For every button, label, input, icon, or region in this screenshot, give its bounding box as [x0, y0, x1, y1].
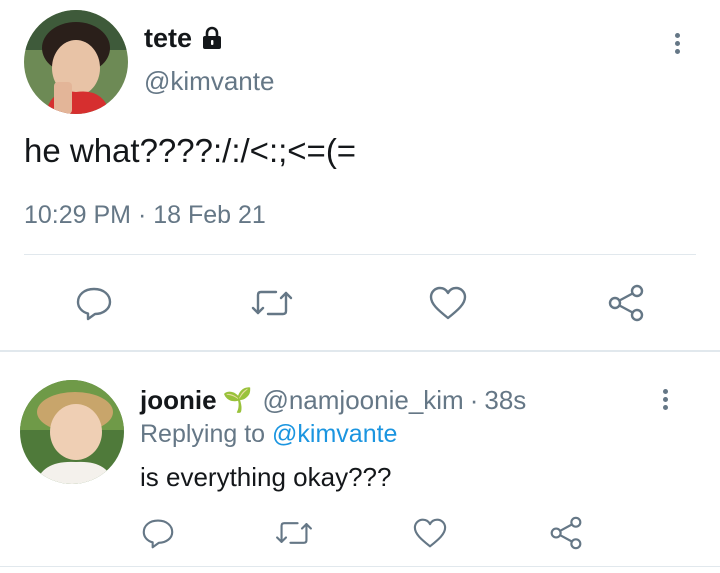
reply-like-button[interactable]	[410, 515, 450, 551]
heart-icon	[413, 518, 447, 548]
avatar[interactable]	[24, 10, 128, 114]
reply-header: joonie 🌱 @namjoonie_kim · 38s	[140, 384, 526, 416]
share-icon	[608, 284, 644, 322]
reply-time[interactable]: 38s	[484, 385, 526, 416]
bottom-divider	[0, 566, 720, 567]
share-icon	[550, 516, 582, 550]
tweet-timestamp[interactable]: 10:29 PM · 18 Feb 21	[24, 201, 266, 230]
lock-icon	[200, 26, 224, 50]
replying-to-handle[interactable]: @kimvante	[272, 420, 397, 448]
reply-button[interactable]	[72, 283, 116, 323]
reply-author-name[interactable]: joonie	[140, 385, 217, 416]
author-name[interactable]: tete	[144, 23, 192, 54]
replying-to-label: Replying to	[140, 420, 266, 448]
retweet-icon	[276, 522, 312, 544]
reply-icon	[76, 287, 112, 321]
reply-retweet-button[interactable]	[272, 515, 316, 551]
reply-icon	[142, 519, 174, 549]
reply-avatar[interactable]	[20, 380, 124, 484]
reply-share-button[interactable]	[546, 515, 586, 551]
seedling-emoji: 🌱	[222, 386, 253, 414]
tweet-text: he what????:/:/<:;<=(=	[24, 132, 357, 169]
reply-time-separator: ·	[469, 384, 479, 415]
retweet-button[interactable]	[248, 283, 296, 323]
section-divider	[0, 350, 720, 352]
reply-text: is everything okay???	[140, 462, 392, 492]
author-handle[interactable]: @kimvante	[144, 66, 274, 97]
reply-more-options-icon[interactable]	[657, 386, 673, 413]
divider	[24, 254, 696, 255]
share-button[interactable]	[604, 283, 648, 323]
more-options-icon[interactable]	[669, 30, 685, 57]
like-button[interactable]	[426, 283, 470, 323]
reply-author-handle[interactable]: @namjoonie_kim	[262, 385, 463, 416]
heart-icon	[429, 286, 467, 320]
reply-reply-button[interactable]	[138, 515, 178, 551]
replying-to: Replying to @kimvante	[140, 420, 397, 449]
retweet-icon	[251, 290, 293, 316]
author-name-row: tete	[144, 22, 224, 54]
